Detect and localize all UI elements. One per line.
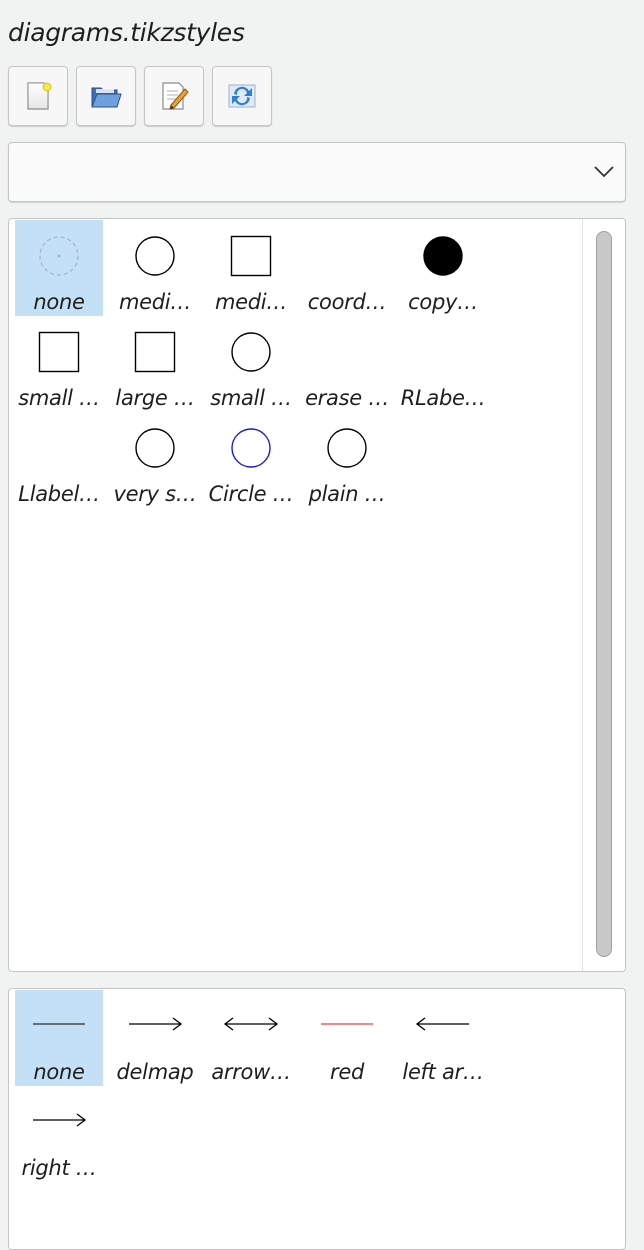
node-list-scrollbar[interactable] [582, 219, 625, 971]
node-style-label: none [33, 290, 85, 314]
refresh-icon [228, 84, 256, 108]
edge-style-label: arrow… [211, 1060, 291, 1084]
node-style-label: plain … [308, 482, 386, 506]
scrollbar-thumb[interactable] [596, 231, 612, 957]
panel-title: diagrams.tikzstyles [8, 18, 245, 47]
new-style-button[interactable] [8, 66, 68, 126]
node-style-item[interactable]: none [15, 220, 103, 316]
node-style-item[interactable]: small … [15, 316, 103, 412]
open-style-button[interactable] [76, 66, 136, 126]
plain-edge-icon [33, 1023, 85, 1025]
node-style-label: RLabe… [400, 386, 486, 410]
edge-style-item[interactable]: right … [15, 1086, 103, 1182]
node-style-item[interactable]: medi… [207, 220, 295, 316]
node-style-item[interactable]: erase … [303, 316, 391, 412]
node-style-label: medi… [118, 290, 192, 314]
square-node-icon [230, 235, 272, 277]
square-node-icon [134, 331, 176, 373]
right-arrow-edge-icon [129, 1017, 183, 1031]
node-style-label: small … [18, 386, 100, 410]
blank-node-icon [323, 232, 371, 280]
new-file-icon [27, 82, 52, 110]
node-style-item[interactable]: copy… [399, 220, 487, 316]
edge-style-label: right … [21, 1156, 97, 1180]
plain-edge-icon [321, 1023, 373, 1025]
node-style-label: erase … [305, 386, 389, 410]
node-style-label: small … [210, 386, 292, 410]
node-style-label: Circle … [208, 482, 294, 506]
blank-node-icon [35, 424, 83, 472]
none-node-icon [39, 236, 79, 276]
left-arrow-edge-icon [415, 1017, 469, 1031]
edge-style-label: delmap [116, 1060, 194, 1084]
edge-style-item[interactable]: none [15, 990, 103, 1086]
circle-node-icon [135, 236, 175, 276]
node-style-label: large … [115, 386, 195, 410]
double-arrow-edge-icon [223, 1017, 279, 1031]
square-node-icon [38, 331, 80, 373]
edge-style-label: red [330, 1060, 364, 1084]
edit-style-button[interactable] [144, 66, 204, 126]
node-style-item[interactable]: Llabel… [15, 412, 103, 508]
node-style-item[interactable]: coord… [303, 220, 391, 316]
node-style-item[interactable]: medi… [111, 220, 199, 316]
node-style-label: Llabel… [18, 482, 100, 506]
circle-node-icon [327, 428, 367, 468]
edit-icon [162, 82, 189, 110]
circle-node-icon [423, 236, 463, 276]
edge-style-list: none delmap arrow… red left ar… right … [8, 988, 626, 1250]
blank-node-icon [323, 328, 371, 376]
chevron-down-icon [594, 166, 614, 178]
node-style-label: very s… [113, 482, 197, 506]
node-style-list: none medi… medi… coord… copy… small … large … s… [8, 218, 626, 972]
node-style-item[interactable]: very s… [111, 412, 199, 508]
node-style-item[interactable]: plain … [303, 412, 391, 508]
node-style-label: copy… [408, 290, 478, 314]
right-arrow-edge-icon [33, 1113, 87, 1127]
edge-style-label: none [33, 1060, 85, 1084]
refresh-style-button[interactable] [212, 66, 272, 126]
blank-node-icon [419, 328, 467, 376]
node-style-label: medi… [214, 290, 288, 314]
folder-open-icon [91, 87, 122, 108]
edge-style-label: left ar… [402, 1060, 484, 1084]
node-style-item[interactable]: large … [111, 316, 199, 412]
circle-node-icon [135, 428, 175, 468]
circle-node-icon [231, 428, 271, 468]
circle-node-icon [231, 332, 271, 372]
edge-style-item[interactable]: delmap [111, 990, 199, 1086]
edge-style-item[interactable]: left ar… [399, 990, 487, 1086]
node-style-item[interactable]: RLabe… [399, 316, 487, 412]
edge-style-item[interactable]: arrow… [207, 990, 295, 1086]
category-select[interactable] [8, 142, 626, 202]
edge-style-item[interactable]: red [303, 990, 391, 1086]
node-style-item[interactable]: Circle … [207, 412, 295, 508]
node-style-item[interactable]: small … [207, 316, 295, 412]
node-style-label: coord… [307, 290, 387, 314]
